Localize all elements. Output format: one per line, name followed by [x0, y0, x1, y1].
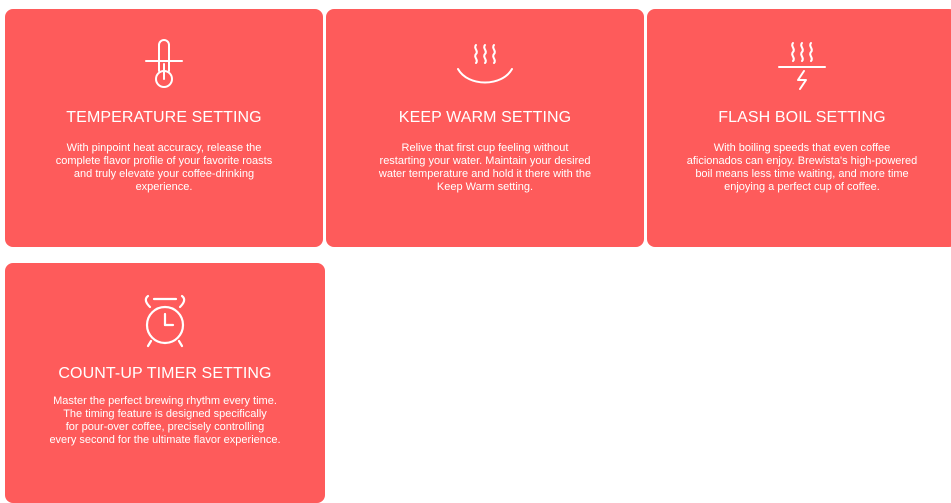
alarm-clock-icon — [144, 294, 186, 348]
description-line: enjoying a perfect cup of coffee. — [724, 181, 880, 193]
description-line: restarting your water. Maintain your des… — [379, 155, 591, 167]
description-line: aficionados can enjoy. Brewista's high-p… — [686, 155, 918, 167]
card-description: With pinpoint heat accuracy, release the… — [5, 142, 323, 194]
feature-card-keep-warm: KEEP WARM SETTING Relive that first cup … — [326, 9, 644, 247]
description-line: for pour-over coffee, precisely controll… — [65, 421, 265, 433]
description-line: water temperature and hold it there with… — [378, 168, 592, 180]
thermometer-icon — [145, 39, 183, 88]
card-description: With boiling speeds that even coffee afi… — [647, 142, 951, 194]
description-line: and truly elevate your coffee-drinking — [73, 168, 255, 180]
feature-card-flash-boil: FLASH BOIL SETTING With boiling speeds t… — [647, 9, 951, 247]
card-title: COUNT-UP TIMER SETTING — [58, 365, 272, 382]
card-title: KEEP WARM SETTING — [398, 109, 572, 126]
description-line: Keep Warm setting. — [436, 181, 534, 193]
description-line: With boiling speeds that even coffee — [713, 142, 891, 154]
feature-card-temperature: TEMPERATURE SETTING With pinpoint heat a… — [5, 9, 323, 247]
description-line: The timing feature is designed specifica… — [63, 408, 267, 420]
description-line: experience. — [135, 181, 193, 193]
card-description: Master the perfect brewing rhythm every … — [5, 395, 325, 447]
card-title: TEMPERATURE SETTING — [66, 109, 262, 126]
description-line: Master the perfect brewing rhythm every … — [53, 395, 277, 407]
card-description: Relive that first cup feeling without re… — [326, 142, 644, 194]
flash-boil-icon — [778, 42, 826, 90]
description-line: every second for the ultimate flavor exp… — [49, 434, 281, 446]
description-line: complete flavor profile of your favorite… — [55, 155, 273, 167]
description-line: boil means less time waiting, and more t… — [695, 168, 909, 180]
feature-card-count-up-timer: COUNT-UP TIMER SETTING Master the perfec… — [5, 263, 325, 503]
card-title: FLASH BOIL SETTING — [718, 109, 886, 126]
description-line: Relive that first cup feeling without — [401, 142, 569, 154]
description-line: With pinpoint heat accuracy, release the — [66, 142, 262, 154]
steaming-cup-icon — [457, 44, 513, 84]
